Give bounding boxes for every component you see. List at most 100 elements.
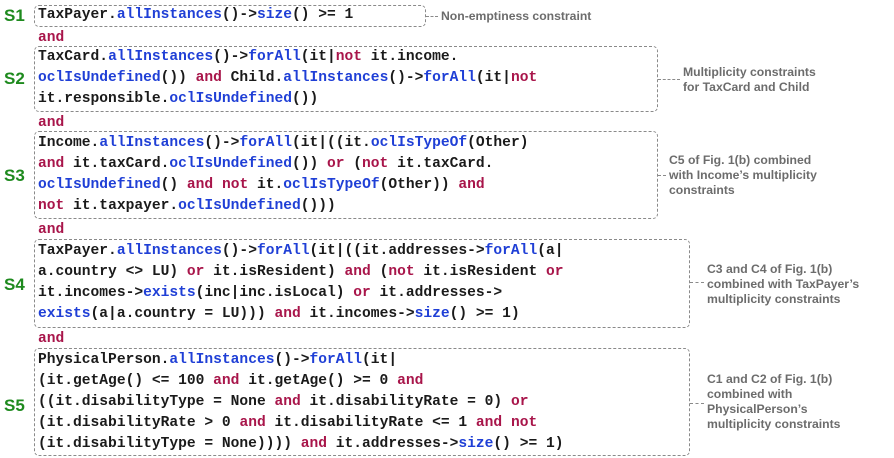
- ocl-text: it.taxCard.: [64, 156, 170, 172]
- note-line: C3 and C4 of Fig. 1(b): [707, 262, 833, 276]
- ocl-text: (it|: [300, 49, 336, 65]
- ocl-operation: forAll: [423, 70, 476, 86]
- note-connector-s4: [690, 282, 704, 283]
- ocl-text: it.responsible.: [38, 91, 170, 107]
- code-line: PhysicalPerson.allInstances()->forAll(it…: [38, 350, 563, 371]
- ocl-keyword: not: [38, 198, 65, 214]
- ocl-keyword: and: [195, 70, 222, 86]
- ocl-keyword: and: [213, 373, 240, 389]
- note-line: constraints: [669, 183, 735, 197]
- ocl-text: it.incomes->: [38, 285, 144, 301]
- ocl-text: it.income.: [362, 49, 459, 65]
- constraint-code-s5: PhysicalPerson.allInstances()->forAll(it…: [38, 350, 563, 455]
- code-line: exists(a|a.country = LU))) and it.income…: [38, 304, 564, 325]
- ocl-operation: exists: [143, 285, 196, 301]
- ocl-text: it.incomes->: [300, 306, 415, 322]
- ocl-keyword: and: [274, 306, 301, 322]
- note-line: multiplicity constraints: [707, 417, 841, 431]
- ocl-text: it.: [248, 177, 284, 193]
- constraint-note-s5: C1 and C2 of Fig. 1(b) combined with Physi…: [707, 372, 840, 432]
- ocl-operation: allInstances: [116, 7, 222, 23]
- code-line: (it.getAge() <= 100 and it.getAge() >= 0…: [38, 371, 563, 392]
- ocl-text: () >= 1): [449, 306, 520, 322]
- constraint-label-s2: S2: [4, 69, 25, 88]
- code-line: (it.disabilityRate > 0 and it.disability…: [38, 413, 563, 434]
- ocl-text: it.getAge() >= 0: [239, 373, 398, 389]
- ocl-text: ())): [300, 198, 336, 214]
- ocl-text: (it|((it.addresses->: [309, 243, 485, 259]
- note-line: C5 of Fig. 1(b) combined: [669, 153, 812, 167]
- ocl-operation: size: [414, 306, 450, 322]
- code-line: a.country <> LU) or it.isResident) and (…: [38, 262, 564, 283]
- ocl-text: (it.disabilityType = None)))): [38, 436, 301, 452]
- ocl-text: ()->: [221, 243, 257, 259]
- ocl-operation: allInstances: [283, 70, 389, 86]
- ocl-text: it.taxpayer.: [64, 198, 179, 214]
- note-line: multiplicity constraints: [707, 292, 841, 306]
- ocl-text: TaxPayer.: [38, 7, 117, 23]
- ocl-keyword: not: [221, 177, 249, 193]
- ocl-text: Income.: [38, 135, 100, 151]
- ocl-keyword: or: [186, 264, 205, 280]
- note-connector-s5: [690, 403, 704, 404]
- note-line: Multiplicity constraints: [683, 65, 816, 79]
- ocl-keyword: not: [335, 49, 363, 65]
- ocl-operation: allInstances: [169, 352, 275, 368]
- note-line: for TaxCard and Child: [683, 80, 810, 94]
- ocl-text: it.disabilityRate <= 1: [265, 415, 476, 431]
- ocl-text: (it.getAge() <= 100: [38, 373, 214, 389]
- ocl-text: (inc|inc.isLocal): [195, 285, 354, 301]
- ocl-keyword: and: [300, 436, 328, 452]
- and-separator-1: and: [38, 30, 65, 46]
- ocl-keyword: and: [344, 264, 371, 280]
- constraint-label-s4: S4: [4, 275, 25, 294]
- note-line: PhysicalPerson’s: [707, 402, 808, 416]
- ocl-text: it.isResident: [414, 264, 546, 280]
- ocl-operation: allInstances: [108, 49, 214, 65]
- ocl-operation: oclIsUndefined: [169, 91, 292, 107]
- ocl-keyword: and: [397, 373, 424, 389]
- ocl-operation: oclIsUndefined: [178, 198, 301, 214]
- code-line: oclIsUndefined() and not it.oclIsTypeOf(…: [38, 175, 528, 196]
- constraint-code-s4: TaxPayer.allInstances()->forAll(it|((it.…: [38, 241, 564, 325]
- ocl-operation: allInstances: [99, 135, 205, 151]
- ocl-operation: allInstances: [116, 243, 222, 259]
- ocl-text: (: [344, 156, 363, 172]
- ocl-keyword: or: [510, 394, 529, 410]
- ocl-text: ()->: [221, 7, 257, 23]
- ocl-operation: forAll: [256, 243, 310, 259]
- constraint-label-s3: S3: [4, 166, 25, 185]
- ocl-text: (: [370, 264, 389, 280]
- note-connector-s3: [658, 175, 666, 176]
- ocl-keyword: not: [510, 415, 538, 431]
- code-line: Income.allInstances()->forAll(it|((it.oc…: [38, 133, 528, 154]
- ocl-text: (a|a.country = LU))): [90, 306, 275, 322]
- ocl-keyword: and: [239, 415, 266, 431]
- note-line: combined with TaxPayer’s: [707, 277, 860, 291]
- ocl-text: ((it.disabilityType = None: [38, 394, 275, 410]
- ocl-text: ()): [291, 91, 319, 107]
- constraint-code-s1: TaxPayer.allInstances()->size() >= 1: [38, 5, 353, 26]
- note-line: with Income’s multiplicity: [669, 168, 817, 182]
- ocl-text: (it|: [362, 352, 398, 368]
- ocl-operation: oclIsUndefined: [169, 156, 292, 172]
- ocl-keyword: or: [545, 264, 564, 280]
- and-separator-3: and: [38, 222, 65, 238]
- note-connector-s1: [426, 16, 438, 17]
- ocl-text: [213, 177, 222, 193]
- ocl-text: PhysicalPerson.: [38, 352, 170, 368]
- ocl-keyword: or: [353, 285, 371, 301]
- code-line: ((it.disabilityType = None and it.disabi…: [38, 392, 563, 413]
- ocl-text: ()): [291, 156, 328, 172]
- ocl-text: it.addresses->: [370, 285, 503, 301]
- ocl-operation: oclIsUndefined: [38, 177, 161, 193]
- ocl-keyword: not: [510, 70, 538, 86]
- code-line: it.incomes->exists(inc|inc.isLocal) or i…: [38, 283, 564, 304]
- ocl-operation: oclIsUndefined: [38, 70, 161, 86]
- note-line: C1 and C2 of Fig. 1(b): [707, 372, 833, 386]
- ocl-text: (it|((it.: [291, 135, 371, 151]
- code-line: and it.taxCard.oclIsUndefined()) or (not…: [38, 154, 528, 175]
- ocl-keyword: and: [274, 394, 301, 410]
- ocl-text: TaxPayer.: [38, 243, 117, 259]
- ocl-text: it.isResident): [204, 264, 345, 280]
